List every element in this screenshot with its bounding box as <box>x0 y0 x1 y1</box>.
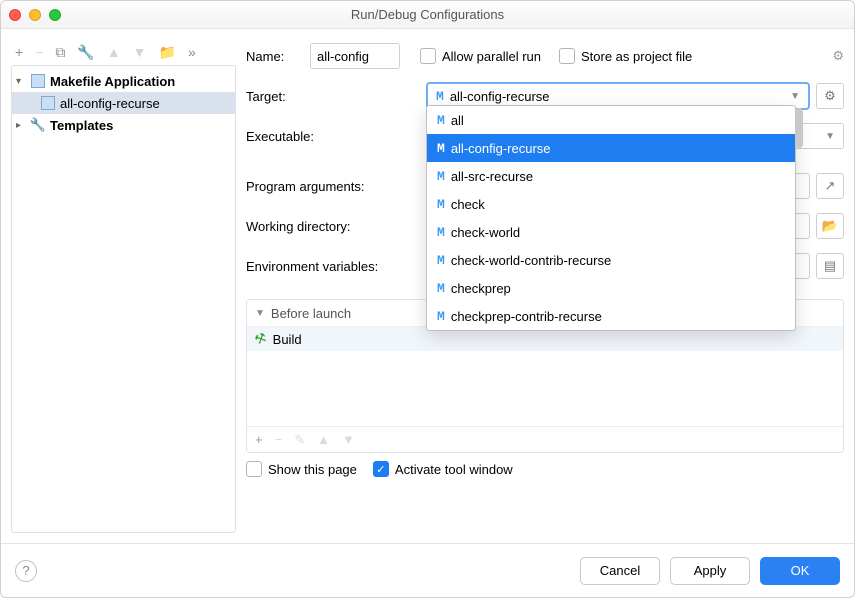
window-title: Run/Debug Configurations <box>1 7 854 22</box>
add-icon[interactable]: + <box>255 432 263 447</box>
make-target-icon: M <box>437 253 445 268</box>
env-vars-button[interactable]: ▤ <box>816 253 844 279</box>
make-target-icon: M <box>437 141 445 156</box>
scrollbar[interactable] <box>795 108 803 148</box>
dropdown-item-label: checkprep-contrib-recurse <box>451 309 602 324</box>
expand-icon[interactable]: » <box>188 44 196 60</box>
tree-label: all-config-recurse <box>60 96 160 111</box>
hammer-icon: ⚒ <box>252 329 269 348</box>
program-args-label: Program arguments: <box>246 179 426 194</box>
activate-tool-window-checkbox[interactable]: ✓ Activate tool window <box>373 461 513 477</box>
makefile-icon <box>40 95 56 111</box>
expand-args-button[interactable]: ↗ <box>816 173 844 199</box>
make-target-icon: M <box>436 89 444 104</box>
dropdown-item-label: all-config-recurse <box>451 141 551 156</box>
show-this-page-checkbox[interactable]: Show this page <box>246 461 357 477</box>
dropdown-item[interactable]: Mcheck <box>427 190 795 218</box>
dropdown-item[interactable]: Mall-src-recurse <box>427 162 795 190</box>
checkbox-label: Store as project file <box>581 49 692 64</box>
dropdown-item[interactable]: Mcheck-world-contrib-recurse <box>427 246 795 274</box>
chevron-down-icon[interactable]: ▾ <box>16 76 26 87</box>
remove-icon[interactable]: − <box>275 432 283 447</box>
name-label: Name: <box>246 49 310 64</box>
chevron-down-icon: ▼ <box>790 91 800 102</box>
copy-icon[interactable]: ⧉ <box>55 44 65 61</box>
target-value: all-config-recurse <box>450 89 550 104</box>
chevron-down-icon: ▼ <box>825 131 835 142</box>
dropdown-item-label: checkprep <box>451 281 511 296</box>
wrench-icon[interactable]: 🔧 <box>77 44 94 61</box>
tree-toolbar: + − ⧉ 🔧 ▲ ▼ 📁 » <box>11 39 236 65</box>
checkbox-icon <box>246 461 262 477</box>
dropdown-item[interactable]: Mall-config-recurse <box>427 134 795 162</box>
dropdown-item[interactable]: Mcheckprep <box>427 274 795 302</box>
dropdown-item[interactable]: Mcheckprep-contrib-recurse <box>427 302 795 330</box>
checkbox-label: Allow parallel run <box>442 49 541 64</box>
remove-icon[interactable]: − <box>35 44 43 60</box>
down-icon[interactable]: ▼ <box>133 44 147 60</box>
dropdown-item-label: check <box>451 197 485 212</box>
executable-label: Executable: <box>246 129 426 144</box>
dropdown-item-label: check-world-contrib-recurse <box>451 253 611 268</box>
store-project-checkbox[interactable]: Store as project file <box>559 48 692 64</box>
before-launch-item-label: Build <box>273 332 302 347</box>
checkbox-label: Show this page <box>268 462 357 477</box>
dropdown-item[interactable]: Mcheck-world <box>427 218 795 246</box>
checkbox-icon <box>559 48 575 64</box>
make-target-icon: M <box>437 113 445 128</box>
dropdown-item[interactable]: Mall <box>427 106 795 134</box>
tree-node-makefile-app[interactable]: ▾ Makefile Application <box>12 70 235 92</box>
down-icon[interactable]: ▼ <box>342 432 355 447</box>
tree-label: Templates <box>50 118 113 133</box>
folder-icon[interactable]: 📁 <box>159 44 176 61</box>
name-input[interactable] <box>310 43 400 69</box>
dropdown-item-label: all-src-recurse <box>451 169 533 184</box>
checkbox-label: Activate tool window <box>395 462 513 477</box>
titlebar: Run/Debug Configurations <box>1 1 854 29</box>
apply-button[interactable]: Apply <box>670 557 750 585</box>
up-icon[interactable]: ▲ <box>107 44 121 60</box>
working-dir-label: Working directory: <box>246 219 426 234</box>
tree-node-config[interactable]: all-config-recurse <box>12 92 235 114</box>
gear-icon[interactable]: ⚙ <box>826 48 844 64</box>
make-target-icon: M <box>437 197 445 212</box>
edit-icon[interactable]: ✎ <box>294 432 305 448</box>
wrench-icon: 🔧 <box>30 117 46 133</box>
make-target-icon: M <box>437 169 445 184</box>
checkbox-checked-icon: ✓ <box>373 461 389 477</box>
make-target-icon: M <box>437 281 445 296</box>
help-button[interactable]: ? <box>15 560 37 582</box>
browse-dir-button[interactable]: 📂 <box>816 213 844 239</box>
allow-parallel-checkbox[interactable]: Allow parallel run <box>420 48 541 64</box>
target-settings-button[interactable]: ⚙ <box>816 83 844 109</box>
target-label: Target: <box>246 89 426 104</box>
add-icon[interactable]: + <box>15 44 23 60</box>
dropdown-item-label: all <box>451 113 464 128</box>
config-tree: ▾ Makefile Application all-config-recurs… <box>11 65 236 533</box>
dropdown-item-label: check-world <box>451 225 520 240</box>
cancel-button[interactable]: Cancel <box>580 557 660 585</box>
makefile-icon <box>30 73 46 89</box>
target-dropdown: MallMall-config-recurseMall-src-recurseM… <box>426 105 796 331</box>
chevron-right-icon[interactable]: ▸ <box>16 120 26 131</box>
chevron-down-icon[interactable]: ▼ <box>255 308 265 319</box>
up-icon[interactable]: ▲ <box>317 432 330 447</box>
tree-node-templates[interactable]: ▸ 🔧 Templates <box>12 114 235 136</box>
ok-button[interactable]: OK <box>760 557 840 585</box>
dialog-window: Run/Debug Configurations + − ⧉ 🔧 ▲ ▼ 📁 »… <box>0 0 855 598</box>
make-target-icon: M <box>437 225 445 240</box>
tree-label: Makefile Application <box>50 74 175 89</box>
env-vars-label: Environment variables: <box>246 259 426 274</box>
before-launch-title: Before launch <box>271 306 351 321</box>
make-target-icon: M <box>437 309 445 324</box>
checkbox-icon <box>420 48 436 64</box>
